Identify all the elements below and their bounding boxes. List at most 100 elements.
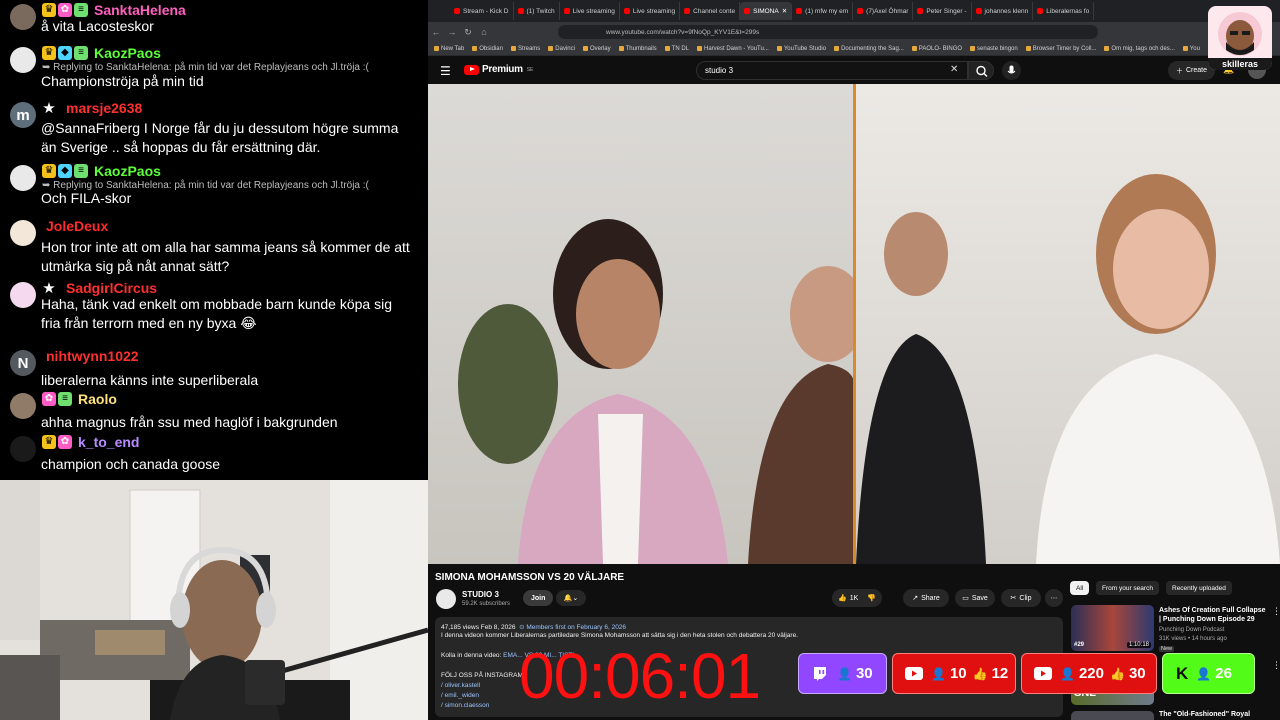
bookmark-item[interactable]: You <box>1182 46 1200 52</box>
youtube-logo[interactable]: Premium SE <box>464 64 533 75</box>
bookmark-item[interactable]: Thumbnails <box>618 46 657 52</box>
recommendation-thumbnail[interactable] <box>1071 711 1154 720</box>
bookmark-item[interactable]: New Tab <box>434 46 464 52</box>
chat-message-text: ahha magnus från ssu med haglöf i bakgru… <box>41 414 338 430</box>
chat-username[interactable]: KaozPaos <box>94 163 161 179</box>
back-icon[interactable]: ← <box>428 27 444 37</box>
chat-avatar[interactable]: N <box>10 350 36 376</box>
channel-avatar[interactable] <box>436 589 456 609</box>
bookmark-icon <box>1025 46 1031 51</box>
bookmark-item[interactable]: PAOLO- BINGO <box>911 45 963 52</box>
browser-tab[interactable]: Live streaming <box>560 2 620 20</box>
like-button[interactable]: 👍 1K 👎 <box>832 589 882 607</box>
video-right-scene <box>856 174 1280 564</box>
instagram-link[interactable]: / simon.claesson <box>441 702 489 709</box>
browser-tab[interactable]: johannes klenn <box>972 2 1034 20</box>
join-button[interactable]: Join <box>523 590 554 606</box>
bookmark-icon <box>472 46 478 51</box>
chat-username[interactable]: SanktaHelena <box>94 2 186 18</box>
share-button[interactable]: ↗ Share <box>903 589 949 607</box>
more-actions-button[interactable]: ⋯ <box>1045 589 1063 607</box>
chat-avatar[interactable] <box>10 393 36 419</box>
browser-tab[interactable]: Channel conte <box>680 2 741 20</box>
dislike-icon[interactable]: 👎 <box>867 594 876 602</box>
chip-recently-uploaded[interactable]: Recently uploaded <box>1166 581 1232 595</box>
close-tab-icon[interactable]: ✕ <box>782 7 787 15</box>
youtube-logo-text: Premium <box>482 64 523 75</box>
more-icon[interactable]: ⋮ <box>1272 660 1280 671</box>
chat-avatar[interactable] <box>10 165 36 191</box>
menu-icon[interactable]: ☰ <box>440 64 451 78</box>
more-icon[interactable]: ⋮ <box>1272 606 1280 617</box>
channel-subscribers: 59.2K subscribers <box>462 601 511 607</box>
bookmark-label: TN DL <box>671 45 689 52</box>
chat-avatar[interactable] <box>10 4 36 30</box>
browser-tab[interactable]: SIMONA ✕ <box>740 2 793 20</box>
chat-username[interactable]: nihtwynn1022 <box>46 348 139 364</box>
chat-username[interactable]: marsje2638 <box>66 100 142 116</box>
bookmark-item[interactable]: Obsidian <box>472 46 503 52</box>
instagram-link[interactable]: / emil._widen <box>441 692 479 699</box>
bookmark-item[interactable]: Davinci <box>548 46 575 52</box>
bookmark-label: PAOLO- BINGO <box>918 45 963 52</box>
browser-tab[interactable]: Liberalernas fo <box>1033 2 1095 20</box>
chat-username[interactable]: Raolo <box>78 391 117 407</box>
bookmark-item[interactable]: Streams <box>510 46 540 52</box>
chat-avatar[interactable] <box>10 436 36 462</box>
home-icon[interactable]: ⌂ <box>476 27 492 37</box>
chat-username[interactable]: JoleDeux <box>46 218 108 234</box>
chat-avatar[interactable] <box>10 220 36 246</box>
recommendation-title[interactable]: Ashes Of Creation Full Collapse | Punchi… <box>1159 606 1269 624</box>
clip-button[interactable]: ✂ Clip <box>1001 589 1041 607</box>
bookmark-item[interactable]: YouTube Studio <box>776 46 826 52</box>
save-button[interactable]: ▭ Save <box>955 589 995 607</box>
person-icon: 👤 <box>931 666 946 681</box>
browser-tab[interactable]: (1) mfw my em <box>792 2 854 20</box>
bookmark-item[interactable]: Om mig, tags och des... <box>1104 46 1175 52</box>
chat-message-text: @SannaFriberg I Norge får du ju dessutom… <box>41 120 399 155</box>
chat-username[interactable]: KaozPaos <box>94 45 161 61</box>
video-player[interactable] <box>428 84 1280 564</box>
bit-badge-icon: ◆ <box>58 46 72 60</box>
chat-message-text: Och FILA-skor <box>41 190 132 206</box>
bookmark-item[interactable]: Documenting the Sag... <box>834 46 904 52</box>
forward-icon[interactable]: → <box>444 27 460 37</box>
subscription-bell-button[interactable]: 🔔 ⌄ <box>556 590 586 606</box>
browser-tab[interactable]: (1) Twitch <box>514 2 560 20</box>
recommendation-title[interactable]: The "Old-Fashioned" Royal <box>1159 711 1250 718</box>
kick-icon: K <box>1176 663 1189 683</box>
bookmark-item[interactable]: Harvest Dawn - YouTu... <box>697 46 769 52</box>
bookmark-item[interactable]: Browser Timer by Coll... <box>1025 46 1096 52</box>
reload-icon[interactable]: ↻ <box>460 27 476 38</box>
chat-avatar[interactable] <box>10 282 36 308</box>
instagram-link[interactable]: / oliver.kastell <box>441 682 480 689</box>
recommendation-channel[interactable]: Punching Down Podcast <box>1159 627 1224 633</box>
bookmark-icon <box>618 46 624 51</box>
bookmark-item[interactable]: Overlay <box>582 46 611 52</box>
chat-username[interactable]: k_to_end <box>78 434 139 450</box>
tab-label: (7)Axel Öhmar <box>866 7 909 15</box>
chip-all[interactable]: All <box>1070 581 1090 595</box>
address-bar[interactable]: www.youtube.com/watch?v=9fNoQp_KYV1E&t=2… <box>558 25 1098 39</box>
chat-avatar[interactable]: m <box>10 102 36 128</box>
chip-from-search[interactable]: From your search <box>1096 581 1159 595</box>
tab-favicon-icon <box>975 8 982 14</box>
channel-name[interactable]: STUDIO 3 <box>462 590 499 599</box>
recommendation-thumbnail[interactable]: #29 1:10:18 <box>1071 605 1154 651</box>
browser-tab[interactable]: Live streaming <box>620 2 681 20</box>
bookmark-item[interactable]: senaste bingon <box>970 46 1018 52</box>
clear-search-icon[interactable]: ✕ <box>950 64 958 75</box>
bookmark-item[interactable]: TN DL <box>664 45 689 52</box>
logo-text: skilleras <box>1208 58 1272 70</box>
browser-tab[interactable]: (7)Axel Öhmar <box>853 2 914 20</box>
bookmark-label: Davinci <box>555 45 575 52</box>
browser-tab[interactable]: Peter Singer - <box>913 2 972 20</box>
voice-search-button[interactable] <box>1002 61 1021 80</box>
person-icon: 👤 <box>837 666 852 681</box>
create-label: Create <box>1186 67 1208 74</box>
browser-tab[interactable]: Stream - Kick D <box>450 2 514 20</box>
search-input[interactable]: studio 3 <box>696 61 968 80</box>
chat-avatar[interactable] <box>10 47 36 73</box>
chat-username[interactable]: SadgirlCircus <box>66 280 157 296</box>
search-button[interactable] <box>968 61 994 80</box>
